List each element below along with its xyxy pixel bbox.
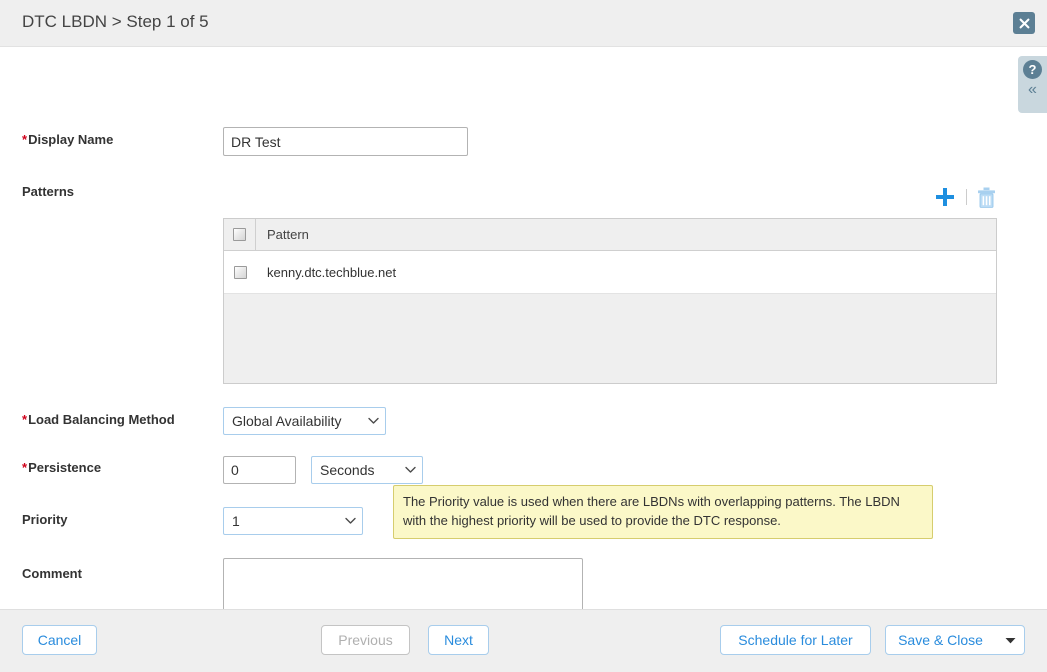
row-select-cell <box>224 251 256 293</box>
trash-icon[interactable] <box>977 187 996 208</box>
next-button[interactable]: Next <box>428 625 489 655</box>
patterns-table-header: Pattern <box>224 219 996 251</box>
select-all-cell <box>224 219 256 250</box>
dialog-header: DTC LBDN > Step 1 of 5 <box>0 0 1047 47</box>
persistence-unit-value: Seconds <box>320 462 399 478</box>
chevron-down-icon <box>368 417 379 425</box>
comment-textarea[interactable] <box>223 558 583 609</box>
close-button[interactable] <box>1013 12 1035 34</box>
priority-select[interactable]: 1 <box>223 507 363 535</box>
load-balancing-method-value: Global Availability <box>232 413 362 429</box>
comment-label: Comment <box>22 566 82 581</box>
collapse-panel-icon[interactable]: « <box>1028 82 1037 98</box>
toolbar-divider <box>966 189 967 205</box>
save-and-close-dropdown-toggle[interactable] <box>996 626 1026 654</box>
priority-value: 1 <box>232 513 339 529</box>
patterns-table: Pattern kenny.dtc.techblue.net <box>223 218 997 384</box>
patterns-label: Patterns <box>22 184 74 199</box>
patterns-toolbar <box>934 186 996 208</box>
save-and-close-label: Save & Close <box>884 626 996 654</box>
priority-label: Priority <box>22 512 68 527</box>
column-header-pattern[interactable]: Pattern <box>256 227 309 242</box>
dialog-footer: Cancel Previous Next Schedule for Later … <box>0 609 1047 672</box>
row-checkbox[interactable] <box>234 266 247 279</box>
load-balancing-method-label-text: Load Balancing Method <box>28 412 175 427</box>
required-marker: * <box>22 460 27 475</box>
dialog-title: DTC LBDN > Step 1 of 5 <box>22 12 209 32</box>
dialog-body: *Display Name Patterns Pat <box>0 47 1047 609</box>
save-and-close-button[interactable]: Save & Close <box>885 625 1025 655</box>
help-panel-tab: ? « <box>1018 56 1047 113</box>
load-balancing-method-label: *Load Balancing Method <box>22 412 175 427</box>
required-marker: * <box>22 412 27 427</box>
chevron-down-icon <box>345 517 356 525</box>
persistence-label: *Persistence <box>22 460 101 475</box>
cell-pattern: kenny.dtc.techblue.net <box>256 265 396 280</box>
patterns-label-text: Patterns <box>22 184 74 199</box>
dtc-lbdn-wizard-dialog: DTC LBDN > Step 1 of 5 ? « *Display Name… <box>0 0 1047 672</box>
close-icon <box>1019 18 1030 29</box>
priority-label-text: Priority <box>22 512 68 527</box>
display-name-label: *Display Name <box>22 132 113 147</box>
display-name-label-text: Display Name <box>28 132 113 147</box>
caret-down-icon <box>1005 637 1016 644</box>
table-row[interactable]: kenny.dtc.techblue.net <box>224 251 996 294</box>
priority-tooltip: The Priority value is used when there ar… <box>393 485 933 539</box>
help-icon[interactable]: ? <box>1023 60 1042 79</box>
cancel-button[interactable]: Cancel <box>22 625 97 655</box>
chevron-down-icon <box>405 466 416 474</box>
persistence-label-text: Persistence <box>28 460 101 475</box>
select-all-checkbox[interactable] <box>233 228 246 241</box>
persistence-unit-select[interactable]: Seconds <box>311 456 423 484</box>
comment-label-text: Comment <box>22 566 82 581</box>
persistence-input[interactable] <box>223 456 296 484</box>
required-marker: * <box>22 132 27 147</box>
previous-button: Previous <box>321 625 410 655</box>
schedule-for-later-button[interactable]: Schedule for Later <box>720 625 871 655</box>
display-name-input[interactable] <box>223 127 468 156</box>
plus-icon[interactable] <box>934 186 956 208</box>
load-balancing-method-select[interactable]: Global Availability <box>223 407 386 435</box>
